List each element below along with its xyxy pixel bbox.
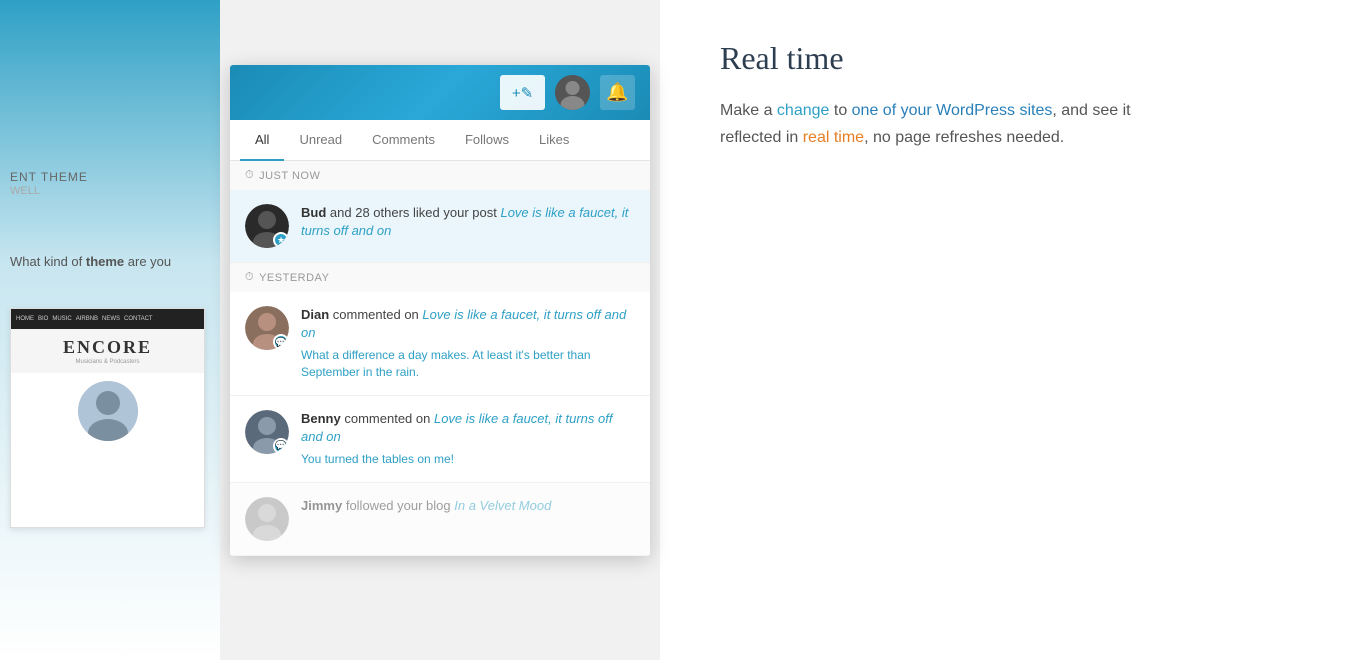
encore-subtitle: Musicians & Podcasters [19,359,196,365]
notif-jimmy-action: followed your blog [346,498,454,513]
text-sites: one of your WordPress sites [852,102,1053,119]
notification-dian[interactable]: 💬 Dian commented on Love is like a fauce… [230,292,650,396]
notif-jimmy-text: Jimmy followed your blog In a Velvet Moo… [301,497,635,515]
notification-bud[interactable]: ★ Bud and 28 others liked your post Love… [230,190,650,263]
theme-portrait [78,381,138,441]
tab-all[interactable]: All [240,120,284,161]
compose-button[interactable]: +✎ [500,75,545,110]
encore-title-area: ENCORE Musicians & Podcasters [11,329,204,373]
tab-follows[interactable]: Follows [450,120,524,161]
section-yesterday: ⏱ YESTERDAY [230,263,650,292]
avatar-bud: ★ [245,204,289,248]
theme-card-nav: HOME BIO MUSIC AIRBNB NEWS CONTACT [11,309,204,329]
clock-icon-2: ⏱ [245,271,254,284]
notif-benny-excerpt: You turned the tables on me! [301,451,635,468]
section-yesterday-label: YESTERDAY [259,272,329,284]
tab-likes[interactable]: Likes [524,120,584,161]
comment-badge-benny: 💬 [273,438,289,454]
notif-bud-username: Bud [301,205,326,220]
tab-comments[interactable]: Comments [357,120,450,161]
notif-jimmy-content: Jimmy followed your blog In a Velvet Moo… [301,497,635,515]
notif-jimmy-username: Jimmy [301,498,342,513]
notif-bud-text: Bud and 28 others liked your post Love i… [301,204,635,240]
notif-dian-content: Dian commented on Love is like a faucet,… [301,306,635,381]
bell-button[interactable]: 🔔 [600,75,635,110]
theme-question: What kind of theme are you [10,253,210,271]
compose-icon: +✎ [512,84,533,102]
theme-subtitle: WELL [10,185,40,197]
notif-benny-username: Benny [301,411,341,426]
tab-unread[interactable]: Unread [284,120,357,161]
panel-header: +✎ 🔔 [230,65,650,120]
section-just-now-label: JUST NOW [259,170,320,182]
theme-preview-card: HOME BIO MUSIC AIRBNB NEWS CONTACT ENCOR… [10,308,205,528]
star-badge: ★ [273,232,289,248]
notif-jimmy-post: In a Velvet Mood [454,498,551,513]
avatar-jimmy [245,497,289,541]
bell-icon: 🔔 [606,82,628,103]
notif-bud-content: Bud and 28 others liked your post Love i… [301,204,635,240]
notification-tabs: All Unread Comments Follows Likes [230,120,650,161]
comment-badge-dian: 💬 [273,334,289,350]
notification-list: ⏱ JUST NOW ★ Bud and 28 others liked you… [230,161,650,556]
notif-dian-excerpt: What a difference a day makes. At least … [301,347,635,381]
user-avatar[interactable] [555,75,590,110]
notification-panel: +✎ 🔔 All Unread Comments Follows Likes ⏱… [230,65,650,556]
section-just-now: ⏱ JUST NOW [230,161,650,190]
notif-dian-action: commented on [333,307,423,322]
text-realtime: real time [803,129,864,146]
notification-benny[interactable]: 💬 Benny commented on Love is like a fauc… [230,396,650,483]
clock-icon: ⏱ [245,169,254,182]
notif-benny-content: Benny commented on Love is like a faucet… [301,410,635,468]
notif-benny-action: commented on [344,411,434,426]
question-text: What kind of theme are you [10,254,171,269]
real-time-heading: Real time [720,40,1289,77]
left-panel: ENT THEME WELL What kind of theme are yo… [0,0,220,660]
notif-bud-action: and 28 others liked your post [330,205,501,220]
text-change: change [777,102,830,119]
real-time-paragraph: Make a change to one of your WordPress s… [720,97,1180,151]
notification-jimmy[interactable]: Jimmy followed your blog In a Velvet Moo… [230,483,650,556]
notif-dian-username: Dian [301,307,329,322]
theme-label: ENT THEME [10,170,88,184]
notif-dian-text: Dian commented on Love is like a faucet,… [301,306,635,342]
avatar-benny: 💬 [245,410,289,454]
avatar-dian: 💬 [245,306,289,350]
encore-title: ENCORE [19,337,196,358]
right-content-area: Real time Make a change to one of your W… [660,0,1349,660]
notif-benny-text: Benny commented on Love is like a faucet… [301,410,635,446]
